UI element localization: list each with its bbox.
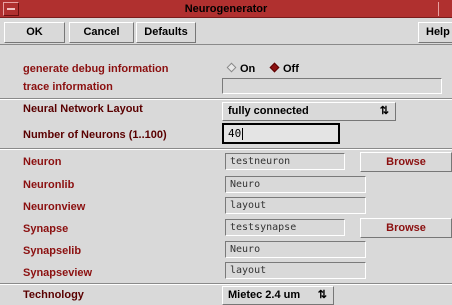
neuronlib-field[interactable]: Neuro [225,176,366,193]
radio-off-diamond-icon [226,62,237,73]
radio-on-diamond-icon [269,62,280,73]
window-title: Neurogenerator [184,3,268,15]
neurons-value: 40 [228,127,242,140]
debug-on-label: On [240,63,256,75]
synapseview-label: Synapseview [23,267,93,279]
up-down-arrow-icon: ⇅ [317,289,327,301]
up-down-arrow-icon: ⇅ [379,105,389,117]
neuronview-label: Neuronview [23,201,86,213]
neuron-field[interactable]: testneuron [225,153,345,170]
technology-value: Mietec 2.4 um [228,289,301,301]
layout-value: fully connected [228,105,309,117]
neuronlib-label: Neuronlib [23,179,75,191]
defaults-button[interactable]: Defaults [136,22,196,43]
help-button[interactable]: Help [418,22,452,43]
window-corner-button[interactable] [438,2,452,16]
neurons-label: Number of Neurons (1..100) [23,129,167,141]
synapselib-field[interactable]: Neuro [225,241,366,258]
ok-button[interactable]: OK [4,22,65,43]
divider [0,148,452,150]
divider [0,283,452,285]
neuron-label: Neuron [23,156,62,168]
text-caret [242,128,244,140]
debug-off-radio[interactable]: Off [269,62,299,76]
cancel-button[interactable]: Cancel [69,22,134,43]
title-bar: Neurogenerator [0,0,452,18]
layout-label: Neural Network Layout [23,103,143,115]
technology-label: Technology [23,289,84,301]
technology-menu-button[interactable]: Mietec 2.4 um ⇅ [222,286,334,305]
debug-label: generate debug information [23,63,169,75]
layout-menu-button[interactable]: fully connected ⇅ [222,102,396,121]
neurons-input[interactable]: 40 [222,123,340,144]
toolbar: OK Cancel Defaults Help [0,19,452,45]
neuron-browse-button[interactable]: Browse [360,152,452,172]
neuronview-field[interactable]: layout [225,197,366,214]
trace-field[interactable] [222,78,442,94]
synapse-browse-button[interactable]: Browse [360,218,452,238]
synapse-label: Synapse [23,223,69,235]
synapse-field[interactable]: testsynapse [225,219,345,236]
divider [0,98,452,100]
debug-off-label: Off [283,63,299,75]
synapseview-field[interactable]: layout [225,262,366,279]
debug-on-radio[interactable]: On [226,62,256,76]
trace-label: trace information [23,81,113,93]
synapselib-label: Synapselib [23,245,82,257]
